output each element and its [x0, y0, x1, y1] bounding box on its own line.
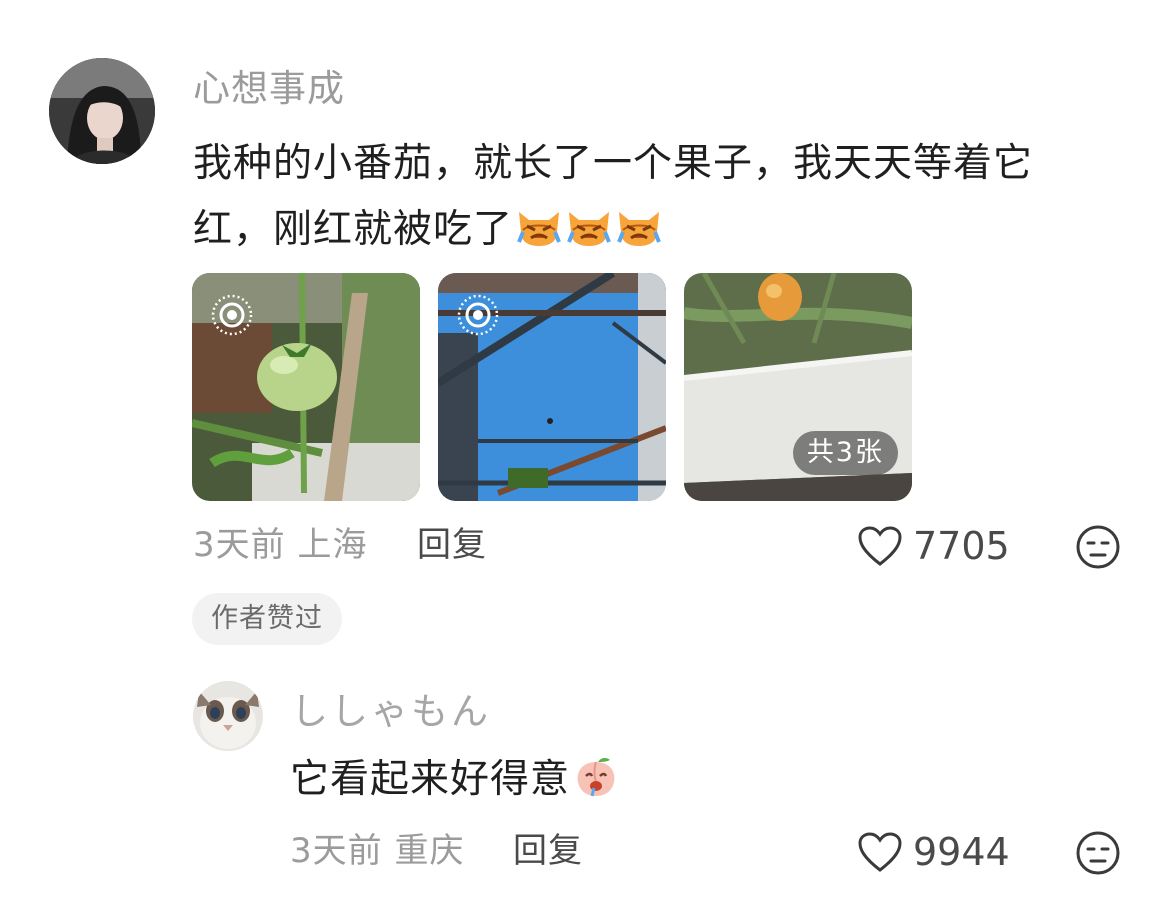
comment-body: 它看起来好得意	[290, 757, 571, 802]
crying-cat-emoji-icon	[565, 206, 613, 248]
crying-cat-emoji-icon	[615, 206, 663, 248]
like-count: 7705	[913, 524, 1010, 568]
comment-text: 它看起来好得意	[290, 750, 620, 810]
live-photo-icon	[210, 293, 254, 337]
unamused-face-icon	[1076, 831, 1120, 875]
reply-button[interactable]: 回复	[513, 828, 583, 874]
comment-location: 上海	[297, 525, 368, 565]
comment-photo-planter[interactable]: 共3张	[684, 273, 912, 501]
comment-meta: 3天前 上海	[193, 522, 367, 568]
username[interactable]: ししゃもん	[291, 687, 491, 737]
username[interactable]: 心想事成	[193, 64, 345, 114]
comment-time: 3天前	[290, 831, 383, 871]
live-photo-icon	[456, 293, 500, 337]
comment-time: 3天前	[193, 525, 286, 565]
author-liked-badge: 作者赞过	[192, 593, 342, 645]
heart-icon	[858, 832, 902, 872]
comment-photo-tomato[interactable]	[192, 273, 420, 501]
like-button[interactable]: 7705	[857, 523, 1010, 569]
comment-text: 我种的小番茄，就长了一个果子，我天天等着它红，刚红就被吃了	[193, 131, 1093, 263]
like-count: 9944	[913, 830, 1010, 874]
photo-count-badge: 共3张	[792, 431, 898, 475]
avatar-reply-user[interactable]	[193, 681, 263, 751]
dislike-button[interactable]	[1075, 830, 1121, 876]
reply-button[interactable]: 回复	[417, 522, 487, 568]
comment-photo-sky[interactable]	[438, 273, 666, 501]
comment-meta: 3天前 重庆	[290, 828, 464, 874]
unamused-face-icon	[1076, 525, 1120, 569]
drooling-peach-emoji-icon	[572, 756, 620, 798]
crying-cat-emoji-icon	[515, 206, 563, 248]
heart-icon	[858, 526, 902, 566]
dislike-button[interactable]	[1075, 524, 1121, 570]
comment-location: 重庆	[394, 831, 465, 871]
like-button[interactable]: 9944	[857, 829, 1010, 875]
avatar-main-user[interactable]	[49, 58, 155, 164]
